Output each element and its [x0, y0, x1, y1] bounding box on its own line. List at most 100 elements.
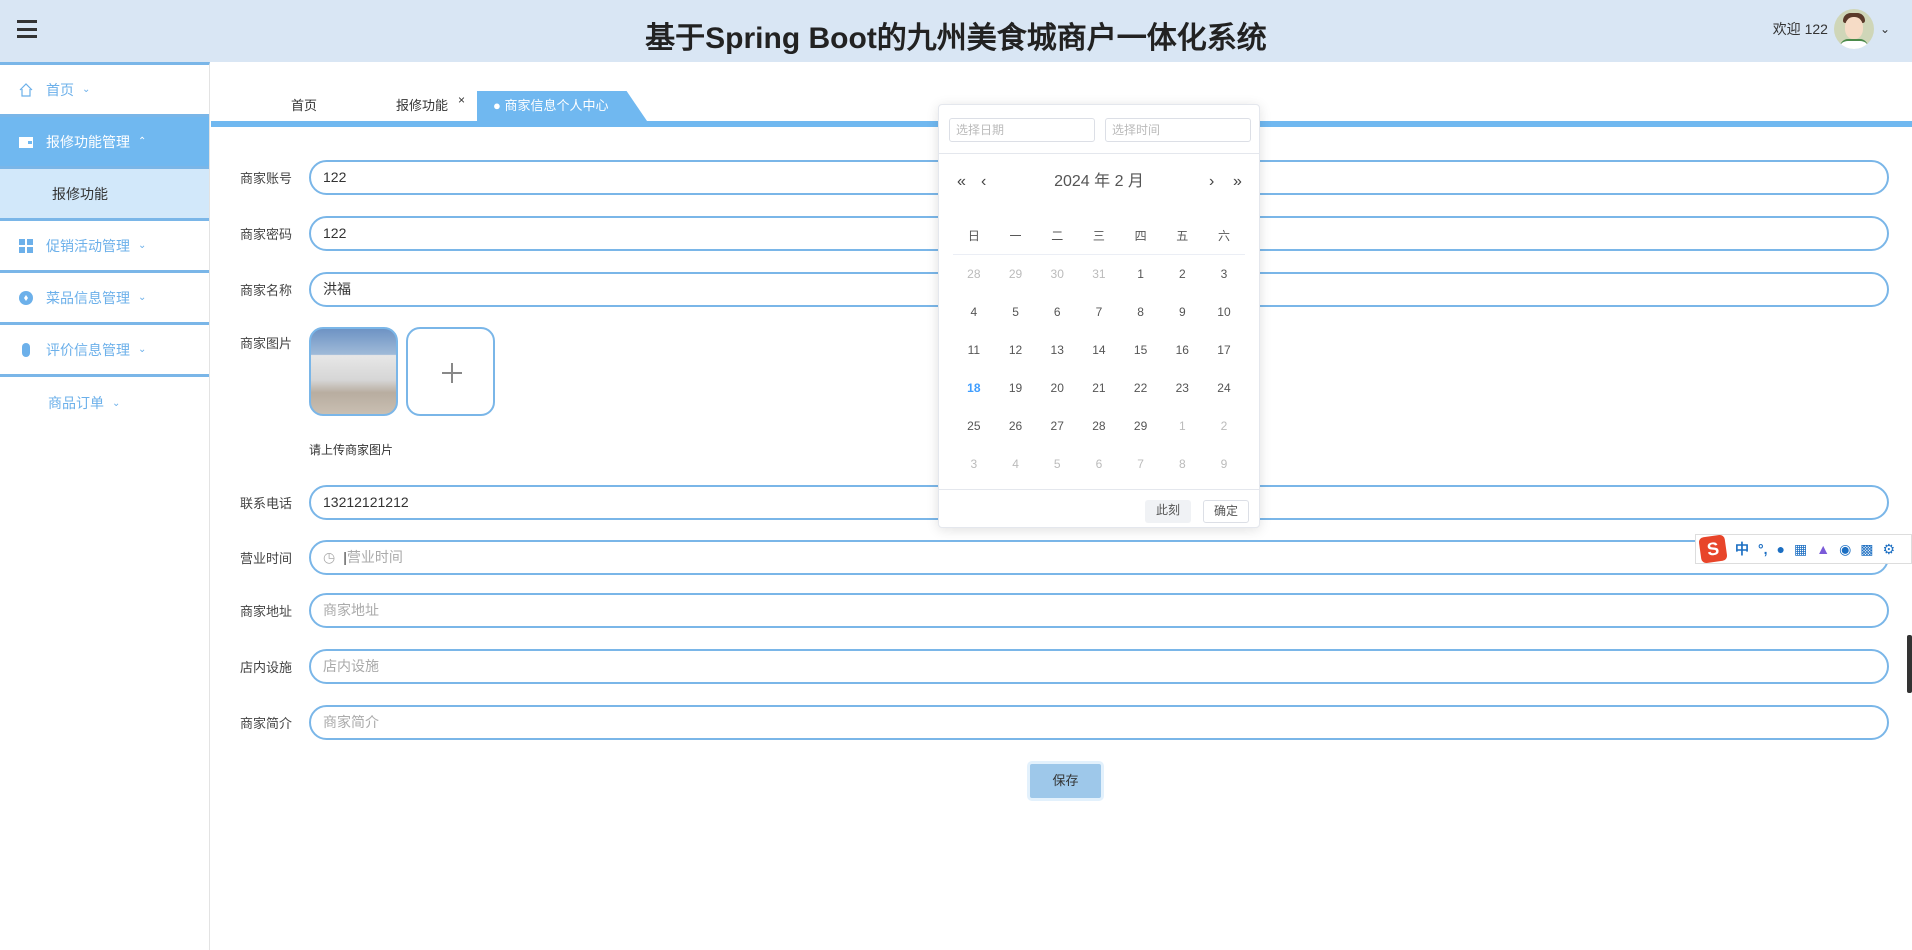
- top-header: 基于Spring Boot的九州美食城商户一体化系统 欢迎 122 ⌄: [0, 0, 1912, 62]
- tab-repair[interactable]: 报修功能 ×: [396, 91, 465, 121]
- calendar-day[interactable]: 17: [1203, 343, 1245, 357]
- game-icon[interactable]: ◉: [1839, 541, 1851, 558]
- scrollbar[interactable]: [1907, 635, 1912, 693]
- now-button[interactable]: 此刻: [1145, 500, 1191, 523]
- field-label: 商家地址: [240, 604, 293, 619]
- calendar-day[interactable]: 13: [1036, 343, 1078, 357]
- sogou-logo[interactable]: S: [1698, 534, 1728, 564]
- calendar-day[interactable]: 24: [1203, 381, 1245, 395]
- calendar-day[interactable]: 25: [953, 419, 995, 433]
- calendar-day[interactable]: 2: [1161, 267, 1203, 281]
- intro-input[interactable]: 商家简介: [309, 705, 1889, 740]
- calendar-day[interactable]: 11: [953, 343, 995, 357]
- chevron-down-icon: ⌄: [138, 344, 147, 355]
- calendar-day[interactable]: 8: [1161, 457, 1203, 471]
- calendar-day[interactable]: 5: [995, 305, 1037, 319]
- merchant-photo[interactable]: [309, 327, 398, 416]
- save-button[interactable]: 保存: [1027, 761, 1104, 801]
- calendar-day[interactable]: 19: [995, 381, 1037, 395]
- calendar-day[interactable]: 6: [1078, 457, 1120, 471]
- hours-input[interactable]: ◷ |营业时间: [309, 540, 1889, 575]
- calendar-day[interactable]: 21: [1078, 381, 1120, 395]
- sidebar-item-reviews[interactable]: 评价信息管理 ⌄: [0, 325, 209, 377]
- weekday-label: 六: [1217, 229, 1230, 243]
- calendar-day[interactable]: 3: [1203, 267, 1245, 281]
- calendar-day[interactable]: 26: [995, 419, 1037, 433]
- calendar-day[interactable]: 10: [1203, 305, 1245, 319]
- sidebar-item-label: 首页: [46, 81, 74, 98]
- mic-icon[interactable]: ●: [1777, 541, 1785, 557]
- sidebar-item-home[interactable]: 首页 ⌄: [0, 65, 209, 117]
- weekday-label: 三: [1092, 229, 1105, 243]
- field-label: 店内设施: [240, 660, 293, 675]
- calendar-day[interactable]: 29: [995, 267, 1037, 281]
- calendar-day[interactable]: 28: [1078, 419, 1120, 433]
- upload-hint: 请上传商家图片: [309, 443, 394, 457]
- avatar[interactable]: [1833, 9, 1874, 49]
- sidebar-item-repair-management[interactable]: 报修功能管理 ⌃: [0, 117, 209, 169]
- placeholder: 营业时间: [346, 549, 403, 565]
- calendar-day[interactable]: 20: [1036, 381, 1078, 395]
- settings-icon[interactable]: ⚙: [1883, 541, 1896, 558]
- user-menu[interactable]: 欢迎 122 ⌄: [1773, 9, 1890, 49]
- calendar-day[interactable]: 7: [1120, 457, 1162, 471]
- calendar-week: 28 29 30 31 1 2 3: [953, 255, 1245, 293]
- calendar-day[interactable]: 2: [1203, 419, 1245, 433]
- calendar-day[interactable]: 3: [953, 457, 995, 471]
- keyboard-icon[interactable]: ▦: [1794, 541, 1807, 558]
- tab-label: 报修功能: [396, 98, 449, 113]
- calendar-day[interactable]: 27: [1036, 419, 1078, 433]
- next-year-icon[interactable]: »: [1233, 167, 1242, 197]
- address-input[interactable]: 商家地址: [309, 593, 1889, 628]
- calendar-day[interactable]: 12: [995, 343, 1037, 357]
- sidebar-item-promotion[interactable]: 促销活动管理 ⌄: [0, 221, 209, 273]
- calendar-day[interactable]: 16: [1161, 343, 1203, 357]
- calendar-day[interactable]: 7: [1078, 305, 1120, 319]
- chevron-down-icon: ⌄: [112, 397, 121, 409]
- chevron-down-icon[interactable]: ⌄: [1880, 22, 1890, 36]
- calendar-day[interactable]: 14: [1078, 343, 1120, 357]
- wallet-icon: [19, 136, 33, 148]
- calendar-day[interactable]: 9: [1161, 305, 1203, 319]
- tab-home[interactable]: 首页: [291, 91, 317, 121]
- date-input[interactable]: 选择日期: [949, 118, 1095, 142]
- facilities-input[interactable]: 店内设施: [309, 649, 1889, 684]
- punctuation-icon[interactable]: °,: [1758, 541, 1768, 557]
- calendar-day[interactable]: 30: [1036, 267, 1078, 281]
- chevron-down-icon: ⌄: [82, 84, 91, 95]
- sidebar-item-dishes[interactable]: 菜品信息管理 ⌄: [0, 273, 209, 325]
- calendar-day-today[interactable]: 18: [953, 381, 995, 395]
- calendar-day[interactable]: 5: [1036, 457, 1078, 471]
- next-month-icon[interactable]: ›: [1209, 167, 1214, 197]
- calendar-day[interactable]: 23: [1161, 381, 1203, 395]
- time-input[interactable]: 选择时间: [1105, 118, 1251, 142]
- calendar-day[interactable]: 29: [1120, 419, 1162, 433]
- calendar-day[interactable]: 1: [1161, 419, 1203, 433]
- calendar-day[interactable]: 28: [953, 267, 995, 281]
- skin-icon[interactable]: ▲: [1816, 541, 1830, 557]
- calendar-day[interactable]: 6: [1036, 305, 1078, 319]
- ime-mode[interactable]: 中: [1735, 539, 1749, 559]
- field-label: 营业时间: [240, 551, 293, 566]
- weekday-label: 四: [1134, 229, 1147, 243]
- sidebar-item-orders[interactable]: 商品订单 ⌄: [0, 377, 209, 429]
- weekday-header: 日一二三四五六: [953, 217, 1245, 255]
- calendar-day[interactable]: 1: [1120, 267, 1162, 281]
- chevron-down-icon: ⌄: [138, 240, 147, 251]
- chevron-up-icon: ⌃: [138, 136, 147, 147]
- field-label: 商家名称: [240, 283, 293, 298]
- apps-icon[interactable]: ▩: [1860, 541, 1873, 558]
- calendar-day[interactable]: 31: [1078, 267, 1120, 281]
- confirm-button[interactable]: 确定: [1203, 500, 1249, 523]
- sidebar-item-repair[interactable]: 报修功能: [0, 169, 209, 221]
- calendar-day[interactable]: 15: [1120, 343, 1162, 357]
- close-icon[interactable]: ×: [458, 93, 465, 107]
- calendar-day[interactable]: 8: [1120, 305, 1162, 319]
- calendar-day[interactable]: 22: [1120, 381, 1162, 395]
- calendar-day[interactable]: 4: [995, 457, 1037, 471]
- calendar-day[interactable]: 4: [953, 305, 995, 319]
- tab-merchant-profile[interactable]: ● 商家信息个人中心×: [477, 91, 647, 121]
- upload-button[interactable]: [406, 327, 495, 416]
- close-icon[interactable]: ×: [503, 123, 510, 137]
- calendar-day[interactable]: 9: [1203, 457, 1245, 471]
